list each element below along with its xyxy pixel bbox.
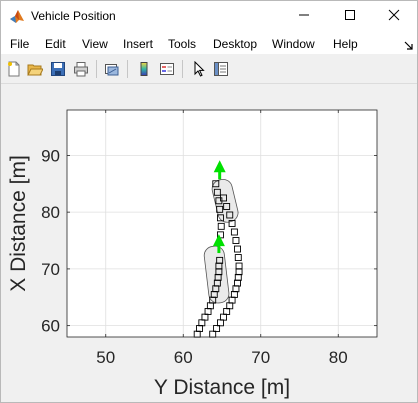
menu-bar: File Edit View Insert Tools Desktop Wind… <box>1 32 417 54</box>
figure-canvas: 50 60 70 80 60 70 80 90 Y Distance [m] X Dista… <box>1 84 417 402</box>
menu-view[interactable]: View <box>82 37 108 51</box>
vehicle-position-plot[interactable]: 50 60 70 80 60 70 80 90 Y Distance [m] X Dista… <box>1 84 417 402</box>
close-button[interactable] <box>371 1 417 32</box>
colorbar-icon[interactable] <box>134 59 154 79</box>
open-file-icon[interactable] <box>25 59 45 79</box>
pointer-icon[interactable] <box>189 59 209 79</box>
property-inspector-icon[interactable] <box>211 59 231 79</box>
y-tick-label: 80 <box>41 203 60 222</box>
x-axis-label: Y Distance [m] <box>154 376 290 399</box>
menu-edit[interactable]: Edit <box>45 37 66 51</box>
minimize-icon <box>298 8 310 26</box>
close-icon <box>388 8 400 26</box>
dock-arrow-icon[interactable] <box>404 38 414 50</box>
x-tick-label: 60 <box>174 348 193 367</box>
figure-toolbar <box>1 54 417 84</box>
legend-icon[interactable] <box>157 59 177 79</box>
toolbar-separator <box>182 60 183 78</box>
x-tick-label: 80 <box>329 348 348 367</box>
maximize-button[interactable] <box>327 1 373 32</box>
title-bar[interactable]: Vehicle Position <box>1 1 417 32</box>
menu-help[interactable]: Help <box>333 37 358 51</box>
x-tick-label: 50 <box>96 348 115 367</box>
maximize-icon <box>344 8 356 26</box>
save-icon[interactable] <box>48 59 68 79</box>
link-plot-icon[interactable] <box>102 59 122 79</box>
window-title: Vehicle Position <box>31 9 116 23</box>
matlab-icon <box>9 8 25 24</box>
y-tick-label: 70 <box>41 260 60 279</box>
menu-tools[interactable]: Tools <box>168 37 196 51</box>
x-tick-labels: 50 60 70 80 <box>96 348 347 367</box>
menu-window[interactable]: Window <box>272 37 315 51</box>
y-tick-label: 90 <box>41 146 60 165</box>
y-axis-label: X Distance [m] <box>7 155 30 292</box>
menu-desktop[interactable]: Desktop <box>213 37 257 51</box>
y-tick-labels: 60 70 80 90 <box>41 146 60 335</box>
menu-file[interactable]: File <box>10 37 29 51</box>
minimize-button[interactable] <box>281 1 327 32</box>
y-tick-label: 60 <box>41 317 60 336</box>
x-tick-label: 70 <box>251 348 270 367</box>
toolbar-separator <box>127 60 128 78</box>
print-icon[interactable] <box>71 59 91 79</box>
toolbar-separator <box>96 60 97 78</box>
new-figure-icon[interactable] <box>4 59 24 79</box>
figure-window: Vehicle Position File Edit View Insert T… <box>0 0 418 403</box>
menu-insert[interactable]: Insert <box>123 37 153 51</box>
